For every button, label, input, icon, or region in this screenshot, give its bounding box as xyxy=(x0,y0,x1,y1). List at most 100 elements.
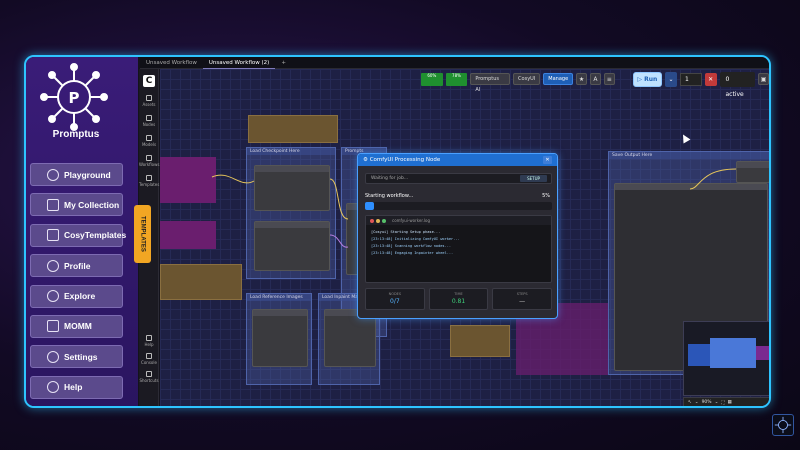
chevron-down-icon[interactable]: ⌄ xyxy=(715,400,719,405)
promptus-ai-button[interactable]: Promptus AI xyxy=(470,73,511,93)
rail-item-nodes[interactable]: Nodes xyxy=(139,115,159,127)
close-icon[interactable]: ✕ xyxy=(543,156,552,164)
log-line: [Cosyui] Starting Setup phase... xyxy=(371,230,441,234)
templates-tab[interactable]: TEMPLATES xyxy=(134,205,151,263)
help-icon xyxy=(47,381,59,394)
sidebar-item-label: CosyTemplates xyxy=(64,230,127,241)
canvas-controls: ↖ ⌄ 90% ⌄ ⛶ ▦ xyxy=(683,397,769,406)
cosyui-button[interactable]: CosyUI xyxy=(513,73,541,85)
active-queue-status[interactable]: 0 active xyxy=(719,71,756,98)
node-card[interactable] xyxy=(254,221,330,271)
search-icon xyxy=(47,290,59,303)
templates-icon xyxy=(146,175,152,181)
select-tool-icon[interactable]: ↖ xyxy=(688,400,692,405)
canvas-region xyxy=(160,221,216,249)
gear-icon: ⚙ xyxy=(363,157,370,163)
log-panel[interactable]: comfyui-worker.log [Cosyui] Starting Set… xyxy=(365,215,552,283)
promptus-corner-logo-icon xyxy=(772,414,794,436)
add-tab-button[interactable]: + xyxy=(275,57,292,69)
progress-bar xyxy=(365,202,552,210)
log-line: [23:13:48] Scanning workflow nodes... xyxy=(371,244,452,248)
sidebar-item-label: Settings xyxy=(64,351,98,362)
minimap[interactable] xyxy=(683,321,769,396)
grid-icon xyxy=(47,198,59,211)
sidebar-nav: Playground My Collection CosyTemplates P… xyxy=(30,163,127,406)
rail-item-help[interactable]: Help xyxy=(139,335,159,347)
sidebar-item-explore[interactable]: Explore xyxy=(30,284,123,308)
grid-icon[interactable]: ▦ xyxy=(728,400,732,405)
sidebar-item-my-collection[interactable]: My Collection xyxy=(30,193,123,217)
template-icon xyxy=(47,229,59,242)
sidebar-item-label: Profile xyxy=(64,260,91,271)
play-circle-icon xyxy=(47,168,59,181)
sidebar-item-profile[interactable]: Profile xyxy=(30,254,123,278)
translate-icon[interactable]: A xyxy=(590,73,601,85)
processing-modal: ⚙ ComfyUI Processing Node ✕ Waiting for … xyxy=(357,153,558,319)
corner-logo-svg xyxy=(774,416,792,434)
node-card[interactable] xyxy=(254,165,330,211)
rail-item-assets[interactable]: Assets xyxy=(139,95,159,107)
sliders-icon[interactable]: ≡ xyxy=(603,73,615,85)
progress-percent: 5% xyxy=(542,193,550,199)
run-button[interactable]: ▷ Run xyxy=(632,71,663,87)
momm-icon xyxy=(47,320,59,333)
progress-bar-fill xyxy=(365,202,375,210)
node-card[interactable] xyxy=(252,309,308,367)
run-options-chevron-icon[interactable]: ⌄ xyxy=(665,71,677,87)
note-node[interactable] xyxy=(160,264,242,300)
panel-toggle-icon[interactable]: ▣ xyxy=(758,73,769,85)
note-node[interactable] xyxy=(450,325,510,357)
help-icon xyxy=(146,335,152,341)
minimap-region xyxy=(710,338,756,368)
workflow-tabs: Unsaved Workflow Unsaved Workflow (2) + xyxy=(140,57,769,69)
job-status-field: Waiting for job... SETUP xyxy=(365,173,552,184)
log-header: comfyui-worker.log xyxy=(366,216,551,225)
rail-item-templates[interactable]: Templates xyxy=(139,175,159,187)
keyboard-icon xyxy=(146,371,152,377)
queue-count-input[interactable]: 1 xyxy=(679,72,702,86)
chevron-down-icon[interactable]: ⌄ xyxy=(695,400,699,405)
window-dot-icon xyxy=(382,218,386,223)
user-icon xyxy=(47,259,59,272)
minimap-region xyxy=(756,346,769,360)
rail-item-workflows[interactable]: Workflows xyxy=(139,155,159,167)
tab-unsaved-workflow-2[interactable]: Unsaved Workflow (2) xyxy=(202,57,276,69)
manage-button[interactable]: Manage xyxy=(543,73,574,85)
metric-time: TIME 0.81 xyxy=(428,288,489,310)
rail-item-console[interactable]: Console xyxy=(139,353,159,365)
star-icon[interactable]: ★ xyxy=(576,73,588,85)
metrics-row: NODES 0/7 TIME 0.81 STEPS — xyxy=(365,288,553,310)
rail-item-models[interactable]: Models xyxy=(139,135,159,147)
console-icon xyxy=(146,353,152,359)
metric-nodes: NODES 0/7 xyxy=(365,288,425,310)
app-window: P Promptus Playground My Collection Cosy… xyxy=(24,55,771,408)
zoom-level[interactable]: 90% xyxy=(702,400,712,405)
gear-icon xyxy=(47,350,59,363)
node-card[interactable] xyxy=(736,161,769,183)
log-line: [23:13:48] Engaging Inpainter wheel... xyxy=(371,251,454,255)
setup-button[interactable]: SETUP xyxy=(520,175,547,182)
sidebar-item-help[interactable]: Help xyxy=(30,375,123,399)
stop-button[interactable]: ✕ xyxy=(704,72,717,86)
sidebar-item-momm[interactable]: MOMM xyxy=(30,314,123,338)
rail-item-shortcuts[interactable]: Shortcuts xyxy=(139,371,159,383)
tab-unsaved-workflow[interactable]: Unsaved Workflow xyxy=(140,57,203,69)
window-dot-icon xyxy=(370,218,374,223)
sidebar-item-playground[interactable]: Playground xyxy=(30,163,123,186)
log-line: [23:13:48] Initializing ComfyUI worker..… xyxy=(371,237,460,241)
log-title: comfyui-worker.log xyxy=(392,218,430,223)
phase-label: Starting workflow... xyxy=(365,193,414,199)
sidebar-item-label: Help xyxy=(64,382,83,393)
comfy-logo-icon[interactable]: C xyxy=(143,75,155,87)
sidebar-item-cosytemplates[interactable]: CosyTemplates xyxy=(30,223,127,247)
fit-view-icon[interactable]: ⛶ xyxy=(721,400,724,406)
sidebar-item-settings[interactable]: Settings xyxy=(30,345,123,369)
models-icon xyxy=(146,135,152,141)
workflows-icon xyxy=(146,155,152,161)
brand-name: Promptus xyxy=(52,129,100,140)
note-node[interactable] xyxy=(248,115,338,143)
sidebar-item-label: My Collection xyxy=(64,199,120,210)
promptus-sidebar: P Promptus Playground My Collection Cosy… xyxy=(26,57,138,406)
window-dot-icon xyxy=(376,218,380,223)
nodes-icon xyxy=(146,115,152,121)
